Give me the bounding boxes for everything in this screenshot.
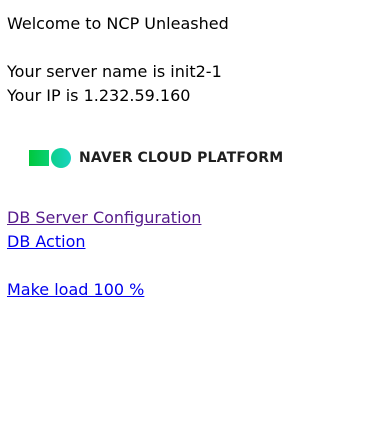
welcome-heading: Welcome to NCP Unleashed (7, 14, 229, 33)
logo-brand: NAVER (79, 150, 133, 166)
ncp-logo-icon (29, 148, 71, 168)
make-load-link[interactable]: Make load 100 % (7, 278, 144, 302)
ip-address-text: Your IP is 1.232.59.160 (7, 86, 191, 105)
naver-cloud-platform-logo: NAVER CLOUD PLATFORM (29, 146, 283, 170)
db-action-link[interactable]: DB Action (7, 230, 86, 254)
logo-product: CLOUD PLATFORM (137, 150, 284, 166)
server-name-text: Your server name is init2-1 (7, 62, 222, 81)
logo-wordmark: NAVER CLOUD PLATFORM (79, 148, 283, 168)
db-server-configuration-link[interactable]: DB Server Configuration (7, 206, 201, 230)
